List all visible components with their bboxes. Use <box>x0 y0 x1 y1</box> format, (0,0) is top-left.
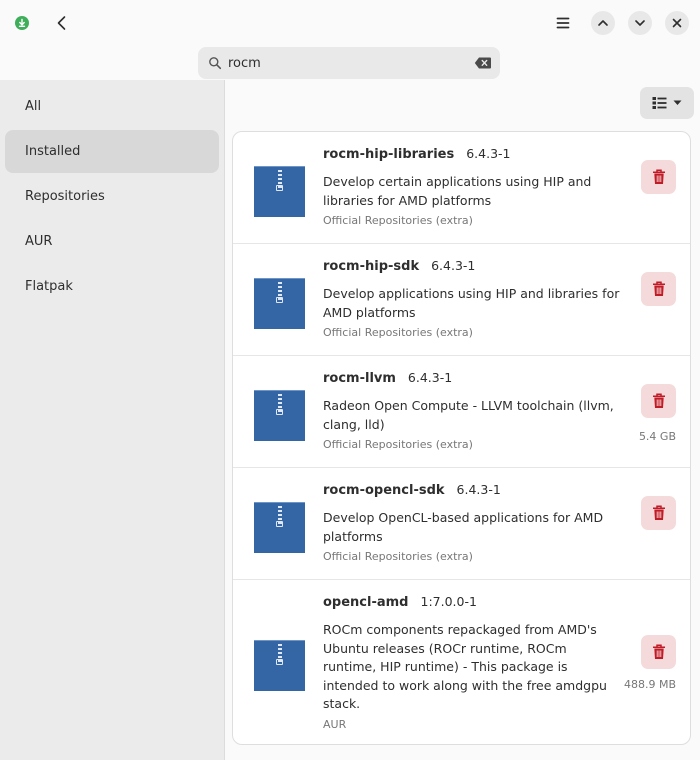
trash-icon <box>652 644 665 659</box>
previous-icon <box>598 20 608 26</box>
close-icon <box>672 18 682 28</box>
package-version: 1:7.0.0-1 <box>420 594 477 609</box>
package-version: 6.4.3-1 <box>431 258 476 273</box>
package-repository: Official Repositories (extra) <box>323 438 473 451</box>
sidebar-item-label: All <box>25 99 42 114</box>
package-description: Develop certain applications using HIP a… <box>323 174 592 208</box>
uninstall-button[interactable] <box>641 384 676 418</box>
package-name: opencl-amd <box>323 595 409 610</box>
package-list: rocm-hip-libraries 6.4.3-1 Develop certa… <box>232 131 691 745</box>
sidebar: All Installed Repositories AUR Flatpak <box>0 80 225 760</box>
package-archive-icon <box>254 390 305 441</box>
trash-icon <box>652 169 665 184</box>
package-row[interactable]: rocm-hip-libraries 6.4.3-1 Develop certa… <box>233 132 690 244</box>
package-repository: Official Repositories (extra) <box>323 550 473 563</box>
sidebar-item-label: AUR <box>25 234 53 249</box>
sidebar-item-label: Flatpak <box>25 279 73 294</box>
package-version: 6.4.3-1 <box>456 482 501 497</box>
clear-search-icon[interactable] <box>474 56 492 70</box>
package-name: rocm-opencl-sdk <box>323 483 445 498</box>
package-archive-icon <box>254 502 305 553</box>
package-repository: Official Repositories (extra) <box>323 326 473 339</box>
next-icon <box>635 20 645 26</box>
package-row[interactable]: rocm-llvm 6.4.3-1 Radeon Open Compute - … <box>233 356 690 468</box>
list-view-icon <box>652 97 667 109</box>
menu-icon <box>556 17 570 29</box>
menu-button[interactable] <box>551 11 575 35</box>
sidebar-item-installed[interactable]: Installed <box>5 130 219 173</box>
app-download-icon <box>15 16 29 30</box>
package-name: rocm-hip-libraries <box>323 147 455 162</box>
search-icon <box>209 57 222 70</box>
package-row[interactable]: opencl-amd 1:7.0.0-1 ROCm components rep… <box>233 580 690 744</box>
package-repository: AUR <box>323 717 347 731</box>
back-icon <box>57 16 66 30</box>
sidebar-item-repositories[interactable]: Repositories <box>5 175 219 218</box>
chevron-down-icon <box>673 100 682 105</box>
uninstall-button[interactable] <box>641 635 676 669</box>
header-bar <box>0 0 700 80</box>
package-description: Develop OpenCL-based applications for AM… <box>323 510 604 544</box>
search-input[interactable] <box>228 51 468 75</box>
close-button[interactable] <box>665 11 689 35</box>
sidebar-item-all[interactable]: All <box>5 85 219 128</box>
back-button[interactable] <box>50 11 74 35</box>
package-repository: Official Repositories (extra) <box>323 214 473 227</box>
sidebar-item-label: Repositories <box>25 189 105 204</box>
package-version: 6.4.3-1 <box>407 370 453 385</box>
search-bar <box>198 47 500 79</box>
next-button[interactable] <box>628 11 652 35</box>
package-row[interactable]: rocm-opencl-sdk 6.4.3-1 Develop OpenCL-b… <box>233 468 690 580</box>
package-name: rocm-hip-sdk <box>323 259 420 274</box>
view-mode-button[interactable] <box>640 87 694 119</box>
trash-icon <box>652 505 665 520</box>
package-name: rocm-llvm <box>323 371 396 386</box>
sidebar-item-label: Installed <box>25 144 81 159</box>
uninstall-button[interactable] <box>641 272 676 306</box>
package-row[interactable]: rocm-hip-sdk 6.4.3-1 Develop application… <box>233 244 690 356</box>
package-version: 6.4.3-1 <box>466 146 511 161</box>
uninstall-button[interactable] <box>641 160 676 194</box>
package-size: 488.9 MB <box>623 678 676 691</box>
package-description: Develop applications using HIP and libra… <box>323 286 620 320</box>
previous-button[interactable] <box>591 11 615 35</box>
package-archive-icon <box>254 278 305 329</box>
package-description: ROCm components repackaged from AMD's Ub… <box>323 622 607 711</box>
sidebar-item-flatpak[interactable]: Flatpak <box>5 265 219 308</box>
uninstall-button[interactable] <box>641 496 676 530</box>
trash-icon <box>652 393 665 408</box>
package-size: 5.4 GB <box>638 430 676 443</box>
package-archive-icon <box>254 640 305 691</box>
package-description: Radeon Open Compute - LLVM toolchain (ll… <box>323 398 614 432</box>
sidebar-item-aur[interactable]: AUR <box>5 220 219 263</box>
trash-icon <box>652 281 665 296</box>
package-archive-icon <box>254 166 305 217</box>
